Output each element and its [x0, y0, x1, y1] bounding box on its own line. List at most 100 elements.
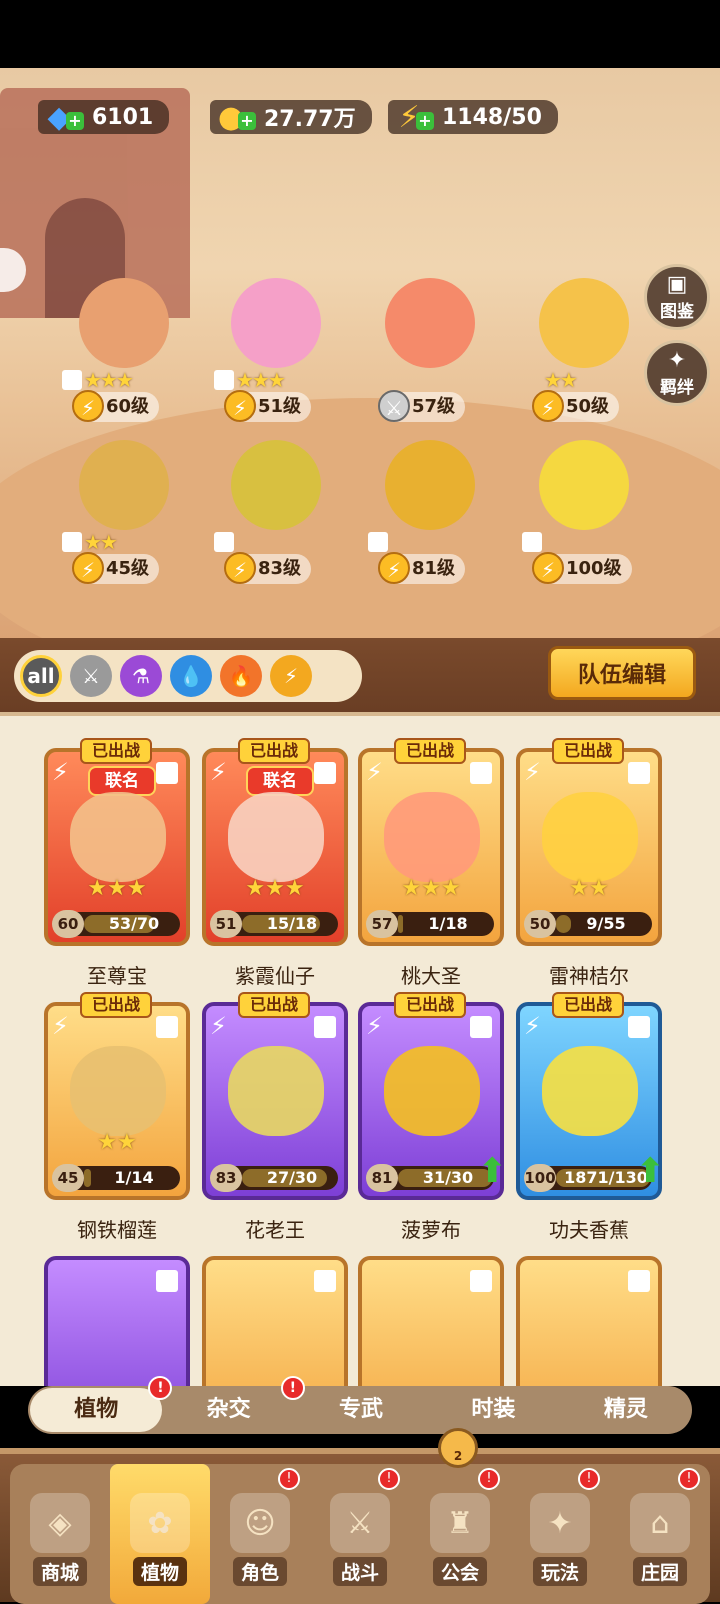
plant-card[interactable] — [202, 1256, 348, 1386]
bond-label: 羁绊 — [660, 377, 694, 398]
lightning-filter-icon[interactable]: ⚡ — [270, 655, 312, 697]
hero-portrait — [385, 278, 475, 368]
deployed-badge: 已出战 — [80, 738, 153, 764]
plant-card[interactable]: ⚡ 已出战 联名 ★★★ 51 15/18 — [202, 738, 348, 946]
sub-tab-bar: 植物! 杂交! 专武 时装 精灵 — [28, 1376, 692, 1434]
hero-level: ⚡ 83级 — [224, 552, 312, 584]
lineup-hero-3[interactable]: ⚔ 57级 — [350, 268, 500, 428]
hero-level: ⚡ 45级 — [72, 552, 160, 584]
card-level: 57 — [366, 910, 398, 938]
plant-card[interactable] — [358, 1256, 504, 1386]
lightning-icon: ⚡ — [52, 758, 69, 786]
deployed-badge: 已出战 — [552, 992, 625, 1018]
castle-icon: ♜ — [430, 1493, 490, 1553]
energy-value: 1148/50 — [442, 104, 542, 130]
codex-label: 图鉴 — [660, 301, 694, 322]
nav-guild[interactable]: ♜ 公会 ! — [410, 1464, 510, 1604]
grid-icon — [470, 1270, 492, 1292]
plant-card[interactable]: ⚡ 已出战 ★★ 45 1/14 — [44, 992, 190, 1200]
card-name: 功夫香蕉 — [549, 1218, 629, 1242]
deployed-badge: 已出战 — [552, 738, 625, 764]
nav-plants[interactable]: ✿ 植物 — [110, 1464, 210, 1604]
shard-progress: 51 15/18 — [210, 910, 338, 938]
filter-toolbar: all ⚔ ⚗ 💧 🔥 ⚡ 队伍编辑 — [0, 638, 720, 712]
nav-character[interactable]: ☺ 角色 ! — [210, 1464, 310, 1604]
hero-level: ⚡ 60级 — [72, 390, 160, 422]
shard-count: 1/14 — [114, 1168, 154, 1187]
grid-icon — [156, 1270, 178, 1292]
team-edit-button[interactable]: 队伍编辑 — [548, 646, 696, 700]
tab-hybrid[interactable]: 杂交! — [162, 1376, 305, 1432]
swords-icon: ⚔ — [330, 1493, 390, 1553]
notification-badge: ! — [378, 1468, 400, 1490]
deployed-badge: 已出战 — [238, 738, 311, 764]
grid-icon — [62, 532, 82, 552]
shop-icon: ◈ — [30, 1493, 90, 1553]
lineup-hero-6[interactable]: ⚡ 83级 — [196, 430, 346, 590]
plant-card[interactable]: ⚡ 已出战 联名 ★★★ 60 53/70 — [44, 738, 190, 946]
plant-card[interactable]: ⚡ 已出战 100 1871/130 ⬆ — [516, 992, 665, 1200]
hero-portrait — [385, 440, 475, 530]
shard-progress: 45 1/14 — [52, 1164, 180, 1192]
bottom-navigation: ◈ 商城 ✿ 植物 ☺ 角色 ! ⚔ 战斗 ! ♜ 公会 ! ✦ 玩法 ! ⌂ — [0, 1448, 720, 1604]
gameplay-icon: ✦ — [530, 1493, 590, 1553]
add-energy-icon[interactable]: + — [416, 112, 434, 130]
add-gems-icon[interactable]: + — [66, 112, 84, 130]
tab-fashion[interactable]: 时装 — [427, 1388, 559, 1432]
lineup-hero-2[interactable]: ★★★ ⚡ 51级 — [196, 268, 346, 428]
gems-counter[interactable]: ◆ + 6101 — [38, 100, 170, 135]
coins-value: 27.77万 — [264, 107, 356, 132]
tab-plants[interactable]: 植物! — [30, 1376, 173, 1432]
hero-portrait — [231, 278, 321, 368]
lightning-icon: ⚡ — [224, 552, 256, 584]
lightning-icon: ⚡ — [52, 1012, 69, 1040]
coins-counter[interactable]: ● + 27.77万 — [210, 100, 372, 135]
deployed-badge: 已出战 — [238, 992, 311, 1018]
nav-gameplay[interactable]: ✦ 玩法 ! — [510, 1464, 610, 1604]
grid-icon — [156, 1016, 178, 1038]
shard-count: 9/55 — [586, 914, 626, 933]
lineup-hero-8[interactable]: ⚡ 100级 — [504, 430, 654, 590]
sword-filter-icon[interactable]: ⚔ — [70, 655, 112, 697]
status-bar — [0, 0, 720, 68]
deployed-badge: 已出战 — [394, 992, 467, 1018]
tab-spirit[interactable]: 精灵 — [560, 1388, 692, 1432]
energy-counter[interactable]: ⚡ + 1148/50 — [388, 100, 558, 135]
fire-filter-icon[interactable]: 🔥 — [220, 655, 262, 697]
grid-icon — [628, 1270, 650, 1292]
lineup-hero-5[interactable]: ★★ ⚡ 45级 — [44, 430, 194, 590]
card-name: 花老王 — [245, 1218, 305, 1242]
shard-count: 27/30 — [266, 1168, 318, 1187]
lightning-icon: ⚡ — [210, 758, 227, 786]
nav-shop[interactable]: ◈ 商城 — [10, 1464, 110, 1604]
lineup-hero-7[interactable]: ⚡ 81级 — [350, 430, 500, 590]
lineup-hero-1[interactable]: ★★★ ⚡ 60级 — [44, 268, 194, 428]
card-name: 紫霞仙子 — [235, 964, 315, 988]
plant-card[interactable]: ⚡ 已出战 ★★ 50 9/55 — [516, 738, 662, 946]
nav-battle[interactable]: ⚔ 战斗 ! — [310, 1464, 410, 1604]
plant-portrait — [70, 792, 166, 882]
potion-filter-icon[interactable]: ⚗ — [120, 655, 162, 697]
card-level: 60 — [52, 910, 84, 938]
deployed-badge: 已出战 — [394, 738, 467, 764]
card-name: 雷神桔尔 — [549, 964, 629, 988]
guild-count-badge[interactable]: 2 — [438, 1428, 478, 1468]
star-badge-icon: ✦ — [667, 347, 687, 373]
card-level: 83 — [210, 1164, 242, 1192]
tab-exclusive-weapon[interactable]: 专武 — [295, 1388, 427, 1432]
plant-card[interactable]: ⚡ 已出战 81 31/30 ⬆ — [358, 992, 507, 1200]
add-coins-icon[interactable]: + — [238, 112, 256, 130]
plant-card[interactable] — [44, 1256, 190, 1386]
filter-all[interactable]: all — [20, 655, 62, 697]
plant-portrait — [542, 792, 638, 882]
card-name: 菠萝布 — [401, 1218, 461, 1242]
battle-lineup-scene: ◆ + 6101 ● + 27.77万 ⚡ + 1148/50 ▣ 图鉴 ✦ 羁… — [0, 68, 720, 638]
plant-card[interactable]: ⚡ 已出战 83 27/30 — [202, 992, 348, 1200]
lineup-hero-4[interactable]: ★★ ⚡ 50级 — [504, 268, 654, 428]
water-filter-icon[interactable]: 💧 — [170, 655, 212, 697]
plants-icon: ✿ — [130, 1493, 190, 1553]
plant-card[interactable]: ⚡ 已出战 ★★★ 57 1/18 — [358, 738, 504, 946]
plant-card[interactable] — [516, 1256, 662, 1386]
hero-portrait — [539, 440, 629, 530]
nav-manor[interactable]: ⌂ 庄园 ! — [610, 1464, 710, 1604]
